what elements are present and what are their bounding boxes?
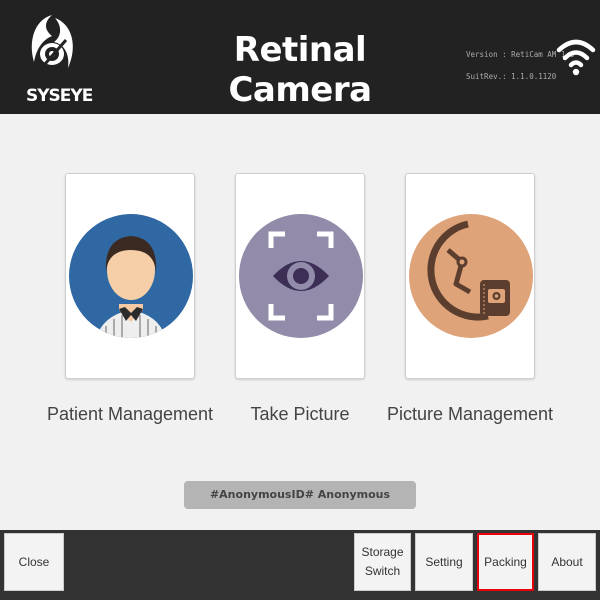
patient-id-bar: #AnonymousID# Anonymous — [184, 481, 416, 509]
storage-switch-button[interactable]: Storage Switch — [354, 533, 411, 591]
picture-management-label: Picture Management — [386, 404, 554, 424]
take-picture-button[interactable] — [235, 173, 365, 379]
patient-avatar-icon — [69, 214, 193, 338]
eye-logo-icon — [31, 15, 73, 73]
about-button[interactable]: About — [538, 533, 596, 591]
main-menu: Patient Management Take Picture Picture … — [0, 114, 600, 530]
page-title: Retinal Camera — [228, 30, 372, 110]
app-header: SYSEYE Retinal Camera Version : RetiCam … — [0, 0, 600, 114]
footer-toolbar: Close Storage Switch Setting Packing Abo… — [0, 530, 600, 600]
packing-button[interactable]: Packing — [477, 533, 534, 591]
setting-button[interactable]: Setting — [415, 533, 473, 591]
gallery-icon — [409, 214, 533, 338]
picture-management-button[interactable] — [405, 173, 535, 379]
syseye-logo: SYSEYE — [22, 10, 93, 106]
logo-text: SYSEYE — [26, 86, 93, 106]
wifi-icon — [556, 39, 596, 76]
eye-scan-icon — [239, 214, 363, 338]
patient-management-button[interactable] — [65, 173, 195, 379]
close-button[interactable]: Close — [4, 533, 64, 591]
